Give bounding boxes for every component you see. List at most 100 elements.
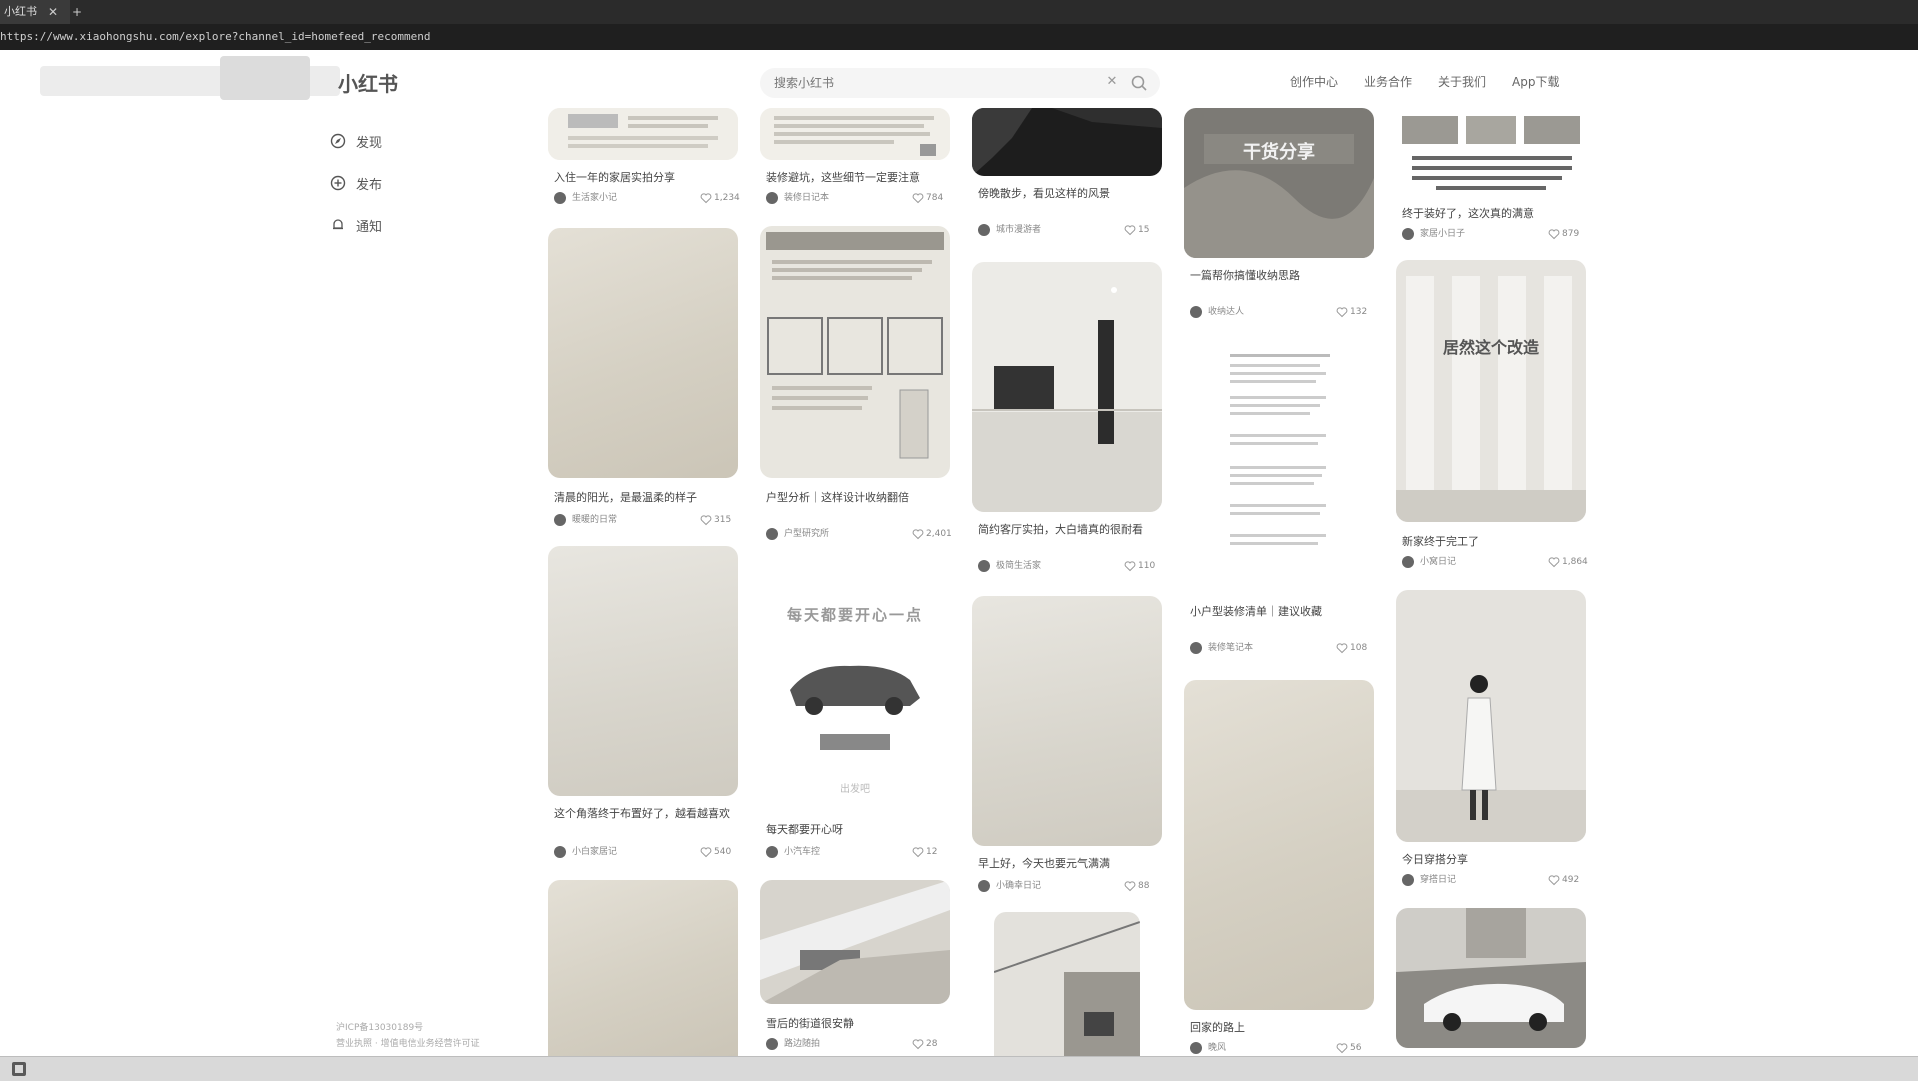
note-author[interactable]: 晚风 (1208, 1040, 1328, 1056)
heart-icon[interactable] (1124, 224, 1136, 236)
heart-icon[interactable] (912, 192, 924, 204)
avatar[interactable] (766, 1038, 778, 1050)
heart-icon[interactable] (912, 846, 924, 858)
note-cover[interactable] (548, 880, 738, 1056)
note-cover[interactable] (1184, 340, 1374, 578)
note-title[interactable]: 回家的路上 (1190, 1020, 1368, 1036)
heart-icon[interactable] (1124, 560, 1136, 572)
avatar[interactable] (1402, 874, 1414, 886)
note-cover[interactable] (1396, 260, 1586, 522)
avatar[interactable] (766, 192, 778, 204)
note-title[interactable]: 这个角落终于布置好了，越看越喜欢 (554, 806, 732, 822)
nav-link-business[interactable]: 业务合作 (1364, 70, 1412, 94)
app-icon[interactable] (10, 1060, 28, 1078)
heart-icon[interactable] (1124, 880, 1136, 892)
avatar[interactable] (978, 560, 990, 572)
note-title[interactable]: 清晨的阳光，是最温柔的样子 (554, 490, 732, 506)
note-author[interactable]: 极简生活家 (996, 558, 1116, 574)
avatar[interactable] (978, 880, 990, 892)
new-tab-icon[interactable]: + (72, 0, 86, 24)
note-author[interactable]: 收纳达人 (1208, 304, 1328, 320)
note-title[interactable]: 早上好，今天也要元气满满 (978, 856, 1156, 872)
avatar[interactable] (1402, 228, 1414, 240)
search-icon[interactable] (1130, 74, 1148, 92)
sidebar-item-notifications[interactable]: 通知 (330, 204, 480, 246)
avatar[interactable] (978, 224, 990, 236)
avatar[interactable] (1190, 1042, 1202, 1054)
avatar[interactable] (554, 846, 566, 858)
note-cover[interactable] (1396, 590, 1586, 842)
note-title[interactable]: 傍晚散步，看见这样的风景 (978, 186, 1156, 202)
note-author[interactable]: 小确幸日记 (996, 878, 1116, 894)
note-cover[interactable] (972, 108, 1162, 176)
site-logo[interactable]: 小红书 (338, 68, 398, 97)
avatar[interactable] (1190, 642, 1202, 654)
clear-search-icon[interactable]: ✕ (1104, 74, 1120, 92)
sidebar-item-publish[interactable]: 发布 (330, 162, 480, 204)
search-input[interactable] (774, 72, 1094, 94)
note-title[interactable]: 入住一年的家居实拍分享 (554, 170, 732, 186)
nav-link-creator[interactable]: 创作中心 (1290, 70, 1338, 94)
nav-link-about[interactable]: 关于我们 (1438, 70, 1486, 94)
note-cover[interactable] (1184, 108, 1374, 258)
note-title[interactable]: 新家终于完工了 (1402, 534, 1580, 550)
avatar[interactable] (1402, 556, 1414, 568)
note-cover[interactable] (1396, 908, 1586, 1048)
note-cover[interactable] (1184, 680, 1374, 1010)
avatar[interactable] (554, 192, 566, 204)
heart-icon[interactable] (912, 528, 924, 540)
heart-icon[interactable] (700, 192, 712, 204)
note-cover[interactable] (760, 226, 950, 478)
heart-icon[interactable] (1548, 874, 1560, 886)
note-cover[interactable] (1396, 108, 1586, 200)
note-title[interactable]: 终于装好了，这次真的满意 (1402, 206, 1580, 222)
avatar[interactable] (554, 514, 566, 526)
note-author[interactable]: 户型研究所 (784, 526, 904, 542)
note-cover[interactable] (548, 546, 738, 796)
tab-close-icon[interactable]: ✕ (48, 0, 60, 24)
heart-icon[interactable] (912, 1038, 924, 1050)
note-author[interactable]: 装修笔记本 (1208, 640, 1328, 656)
heart-icon[interactable] (1548, 556, 1560, 568)
browser-tab[interactable]: 小红书 ✕ (0, 0, 70, 24)
note-title[interactable]: 小户型装修清单｜建议收藏 (1190, 604, 1368, 620)
heart-icon[interactable] (700, 514, 712, 526)
url-text[interactable]: https://www.xiaohongshu.com/explore?chan… (0, 28, 880, 46)
business-license[interactable]: 营业执照 · 增值电信业务经营许可证 (336, 1036, 536, 1052)
note-cover[interactable] (760, 108, 950, 160)
heart-icon[interactable] (1336, 642, 1348, 654)
note-author[interactable]: 生活家小记 (572, 190, 692, 206)
icp-license[interactable]: 沪ICP备13030189号 (336, 1020, 536, 1036)
note-cover[interactable] (760, 880, 950, 1004)
note-title[interactable]: 每天都要开心呀 (766, 822, 944, 838)
heart-icon[interactable] (1336, 1042, 1348, 1054)
heart-icon[interactable] (700, 846, 712, 858)
note-cover[interactable] (994, 912, 1140, 1056)
note-cover[interactable] (972, 596, 1162, 846)
note-title[interactable]: 雪后的街道很安静 (766, 1016, 944, 1032)
note-title[interactable]: 今日穿搭分享 (1402, 852, 1580, 868)
note-author[interactable]: 小窝日记 (1420, 554, 1540, 570)
note-cover[interactable] (972, 262, 1162, 512)
note-author[interactable]: 装修日记本 (784, 190, 904, 206)
note-title[interactable]: 装修避坑，这些细节一定要注意 (766, 170, 944, 186)
note-cover[interactable] (548, 108, 738, 160)
note-author[interactable]: 暖暖的日常 (572, 512, 692, 528)
note-author[interactable]: 家居小日子 (1420, 226, 1540, 242)
note-author[interactable]: 穿搭日记 (1420, 872, 1540, 888)
heart-icon[interactable] (1548, 228, 1560, 240)
note-author[interactable]: 城市漫游者 (996, 222, 1116, 238)
note-cover[interactable] (548, 228, 738, 478)
address-bar[interactable]: https://www.xiaohongshu.com/explore?chan… (0, 24, 1918, 50)
note-title[interactable]: 简约客厅实拍，大白墙真的很耐看 (978, 522, 1156, 538)
avatar[interactable] (1190, 306, 1202, 318)
search-bar[interactable]: ✕ (760, 68, 1160, 98)
avatar[interactable] (766, 528, 778, 540)
note-author[interactable]: 小白家居记 (572, 844, 692, 860)
sidebar-item-discover[interactable]: 发现 (330, 120, 480, 162)
note-title[interactable]: 一篇帮你搞懂收纳思路 (1190, 268, 1368, 284)
heart-icon[interactable] (1336, 306, 1348, 318)
note-author[interactable]: 路边随拍 (784, 1036, 904, 1052)
nav-link-app-download[interactable]: App下载 (1512, 70, 1559, 94)
note-author[interactable]: 小汽车控 (784, 844, 904, 860)
